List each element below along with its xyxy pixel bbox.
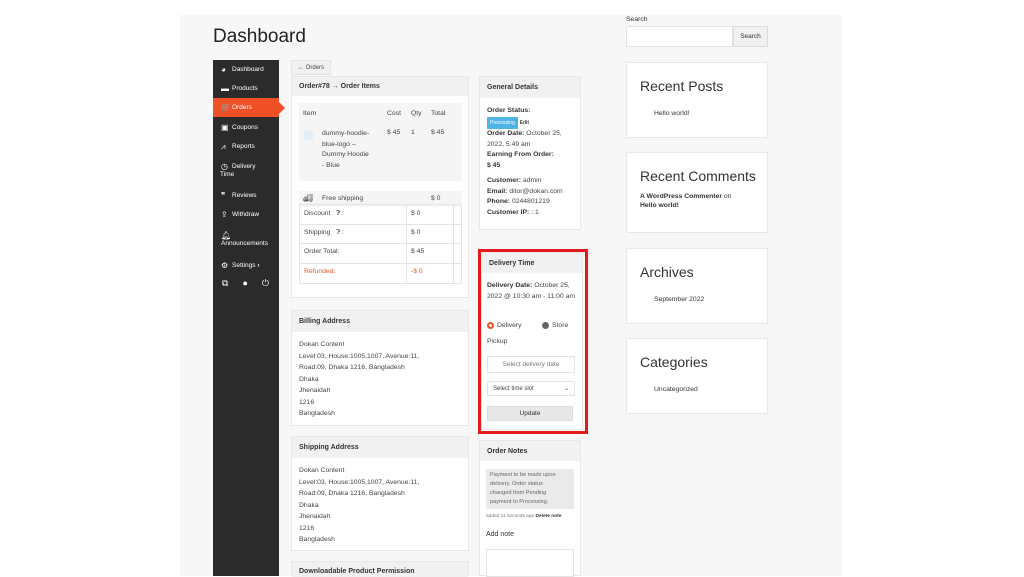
sidebar-item-products[interactable]: ▬ Products <box>213 79 279 98</box>
briefcase-icon: ▬ <box>221 84 229 93</box>
recent-comments-title: Recent Comments <box>640 168 756 184</box>
highlight-box <box>478 249 588 434</box>
archives-title: Archives <box>640 264 694 280</box>
order-items-panel: Order#78 → Order Items Item Cost Qty Tot… <box>291 76 469 298</box>
status-badge: Processing <box>487 116 518 129</box>
delete-note-link[interactable]: Delete note <box>536 514 562 519</box>
totals-table: Discount ❓︎ : $ 0 Shipping ❓︎ : $ 0 Order To… <box>299 204 462 284</box>
truck-icon: 🚚︎ <box>303 194 314 203</box>
shipping-heading: Shipping Address <box>292 437 468 458</box>
general-heading: General Details <box>480 77 580 98</box>
upload-icon: ⇪ <box>221 210 228 219</box>
recent-comments-widget: Recent Comments A WordPress Commenter on… <box>626 152 768 233</box>
clock-icon: ◷ <box>221 162 228 171</box>
add-note-textarea[interactable] <box>486 549 574 577</box>
sidebar-item-dashboard[interactable]: ◕ Dashboard <box>213 60 279 79</box>
sidebar-item-orders[interactable]: 🛒 Orders <box>213 98 285 117</box>
back-to-orders-button[interactable]: ← Orders <box>291 60 331 75</box>
sidebar-item-coupons[interactable]: ▣ Coupons <box>213 118 279 137</box>
recent-posts-widget: Recent Posts Hello world! <box>626 62 768 138</box>
downloadable-heading: Downloadable Product Permission <box>292 562 468 577</box>
billing-address: Dokan Content Level:03, House:1005,1007, … <box>299 341 420 417</box>
sidebar-item-settings[interactable]: ⚙ Settings › <box>213 256 279 275</box>
bell-icon: 🔔︎ <box>221 231 232 240</box>
gear-icon: ⚙ <box>221 261 229 270</box>
product-thumbnail <box>304 131 313 140</box>
help-icon: ❓︎ : <box>336 229 344 236</box>
search-input[interactable] <box>626 26 733 47</box>
sidebar-item-announcements[interactable]: 🔔︎ Announcements <box>213 226 279 252</box>
sidebar-item-withdraw[interactable]: ⇪ Withdraw <box>213 205 279 224</box>
comment-author-link[interactable]: A WordPress Commenter <box>640 193 722 200</box>
billing-address-panel: Billing Address Dokan Content Level:03, H… <box>291 310 469 426</box>
order-items-heading: Order#78 → Order Items <box>292 77 468 96</box>
sidebar: ◕ Dashboard ▬ Products 🛒 Orders ▣ Coupons ⩘ R… <box>213 60 285 576</box>
comment-post-link[interactable]: Hello world! <box>640 202 679 209</box>
cart-icon: 🛒 <box>221 103 231 112</box>
item-name[interactable]: dummy-hoodie- blue-logo – Dummy Hoodie -… <box>322 129 384 171</box>
archives-widget: Archives September 2022 <box>626 248 768 324</box>
category-link[interactable]: Uncategorized <box>654 386 698 393</box>
search-button[interactable]: Search <box>733 26 768 47</box>
sidebar-item-delivery-time[interactable]: ◷ Delivery Time <box>213 157 279 183</box>
order-note: Payment to be made upon delivery. Order s… <box>486 469 574 509</box>
billing-heading: Billing Address <box>292 311 468 332</box>
page-title: Dashboard <box>213 26 306 47</box>
comments-icon: ❞ <box>221 191 226 200</box>
power-icon[interactable]: ⏻ <box>262 278 269 289</box>
categories-title: Categories <box>640 354 708 370</box>
edit-status-link[interactable]: Edit <box>520 120 529 126</box>
general-details-panel: General Details Order Status: Processing… <box>479 76 581 230</box>
help-icon: ❓︎ : <box>336 210 344 217</box>
archive-link[interactable]: September 2022 <box>654 296 704 303</box>
post-link[interactable]: Hello world! <box>654 110 690 117</box>
line-chart-icon: ⩘ <box>221 141 226 151</box>
shipping-address: Dokan Content Level:03, House:1005,1007, … <box>299 467 420 543</box>
add-note-label: Add note <box>486 531 515 538</box>
sidebar-item-reports[interactable]: ⩘ Reports <box>213 137 279 156</box>
downloadable-panel: Downloadable Product Permission <box>291 561 469 577</box>
user-icon[interactable]: ● <box>242 278 247 289</box>
order-notes-panel: Order Notes Payment to be made upon deliv… <box>479 440 581 577</box>
search-label: Search <box>626 16 648 23</box>
speedometer-icon: ◕ <box>221 65 226 74</box>
categories-widget: Categories Uncategorized <box>626 338 768 414</box>
recent-posts-title: Recent Posts <box>640 78 724 94</box>
shipping-address-panel: Shipping Address Dokan Content Level:03, … <box>291 436 469 551</box>
sidebar-item-reviews[interactable]: ❞ Reviews <box>213 186 279 205</box>
gift-icon: ▣ <box>221 123 229 132</box>
notes-heading: Order Notes <box>480 441 580 461</box>
external-link-icon[interactable]: ⧉ <box>222 278 228 289</box>
